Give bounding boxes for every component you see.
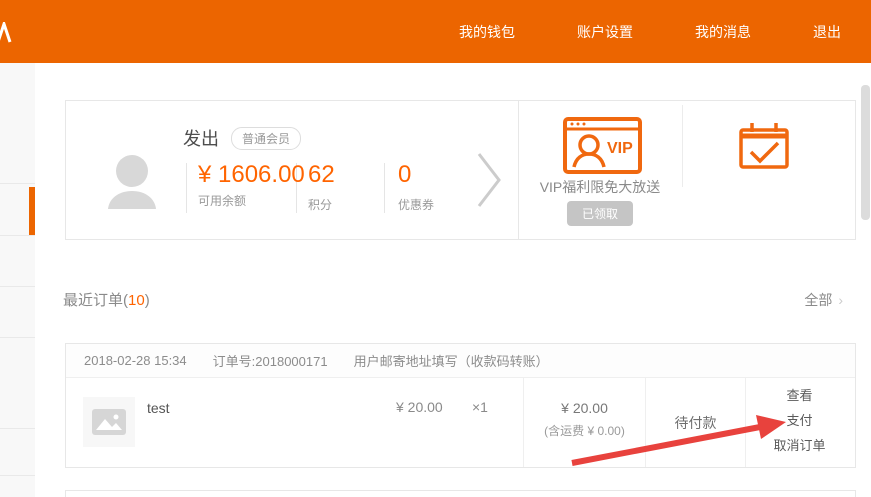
order-number: 订单号:2018000171 bbox=[213, 351, 328, 370]
sidebar-divider bbox=[0, 286, 35, 287]
points-stat: 62 积分 bbox=[308, 161, 335, 213]
header-nav: 我的钱包 账户设置 我的消息 退出 bbox=[459, 0, 841, 63]
vip-icon-text: VIP bbox=[607, 140, 633, 157]
balance-label: 可用余额 bbox=[198, 192, 308, 209]
profile-card: 发出 普通会员 ¥ 1606.00 可用余额 62 积分 0 优惠券 bbox=[65, 100, 856, 240]
nav-item-account-settings[interactable]: 账户设置 bbox=[577, 22, 633, 42]
order-note: 用户邮寄地址填写（收款码转账） bbox=[354, 351, 549, 370]
sidebar-divider bbox=[0, 235, 35, 236]
card-section-divider bbox=[682, 105, 683, 187]
order-total-cell: ¥ 20.00 (含运费 ¥ 0.00) bbox=[523, 378, 645, 467]
username: 发出 bbox=[183, 125, 219, 151]
next-order-card-partial bbox=[65, 490, 856, 497]
recent-orders-title-close: ) bbox=[145, 292, 150, 309]
nav-item-messages[interactable]: 我的消息 bbox=[695, 22, 751, 42]
order-actions-cell: 查看 支付 取消订单 bbox=[745, 378, 853, 467]
order-datetime: 2018-02-28 15:34 bbox=[84, 353, 187, 368]
sidebar-active-indicator[interactable] bbox=[29, 187, 35, 235]
vip-promo-block: VIP VIP福利限免大放送 已领取 bbox=[518, 101, 682, 239]
order-row: test ¥ 20.00 ×1 ¥ 20.00 (含运费 ¥ 0.00) 待付款… bbox=[66, 378, 855, 467]
sidebar-divider bbox=[0, 183, 35, 184]
product-name[interactable]: test bbox=[147, 400, 170, 416]
order-status: 待付款 bbox=[675, 413, 717, 433]
recent-orders-title-text: 最近订单( bbox=[63, 292, 128, 309]
order-total: ¥ 20.00 bbox=[524, 400, 645, 416]
checkin-calendar-icon[interactable] bbox=[738, 121, 790, 171]
sidebar-divider bbox=[0, 337, 35, 338]
balance-value: ¥ 1606.00 bbox=[198, 161, 308, 189]
sidebar-divider bbox=[0, 475, 35, 476]
points-label: 积分 bbox=[308, 196, 335, 213]
view-all-orders-link[interactable]: 全部 › bbox=[804, 290, 843, 310]
recent-orders-title: 最近订单(10) bbox=[63, 289, 150, 310]
nav-item-logout[interactable]: 退出 bbox=[813, 22, 841, 42]
site-logo-icon bbox=[0, 22, 12, 44]
nav-item-wallet[interactable]: 我的钱包 bbox=[459, 22, 515, 42]
vertical-scrollbar-thumb[interactable] bbox=[861, 85, 870, 220]
order-product-cell: test ¥ 20.00 ×1 bbox=[66, 378, 523, 467]
vip-received-button[interactable]: 已领取 bbox=[567, 201, 633, 226]
top-header: 我的钱包 账户设置 我的消息 退出 bbox=[0, 0, 871, 63]
account-page: 我的钱包 账户设置 我的消息 退出 发出 普通会员 ¥ 1606.00 可用余额 bbox=[0, 0, 871, 497]
view-order-link[interactable]: 查看 bbox=[746, 389, 853, 403]
vip-promo-title: VIP福利限免大放送 bbox=[518, 177, 682, 197]
recent-orders-count: 10 bbox=[128, 292, 145, 309]
chevron-right-icon: › bbox=[838, 292, 843, 308]
points-value: 62 bbox=[308, 161, 335, 189]
avatar bbox=[103, 149, 161, 209]
view-all-label: 全部 bbox=[804, 290, 832, 310]
order-status-cell: 待付款 bbox=[645, 378, 745, 467]
member-level-badge: 普通会员 bbox=[231, 127, 301, 150]
left-sidebar bbox=[0, 63, 35, 497]
coupons-stat: 0 优惠券 bbox=[398, 161, 434, 213]
sidebar-divider bbox=[0, 428, 35, 429]
product-price: ¥ 20.00 bbox=[396, 399, 443, 415]
vip-browser-icon: VIP bbox=[563, 117, 642, 174]
product-quantity: ×1 bbox=[472, 399, 488, 415]
stat-divider bbox=[384, 163, 385, 213]
coupons-label: 优惠券 bbox=[398, 196, 434, 213]
user-identity: 发出 普通会员 bbox=[183, 125, 301, 151]
image-placeholder-icon bbox=[92, 409, 126, 435]
balance-stat: ¥ 1606.00 可用余额 bbox=[198, 161, 308, 209]
shipping-note: (含运费 ¥ 0.00) bbox=[524, 422, 645, 439]
order-card: 2018-02-28 15:34 订单号:2018000171 用户邮寄地址填写… bbox=[65, 343, 856, 468]
order-header: 2018-02-28 15:34 订单号:2018000171 用户邮寄地址填写… bbox=[66, 344, 855, 378]
cancel-order-link[interactable]: 取消订单 bbox=[746, 439, 853, 453]
profile-expand-chevron-icon[interactable] bbox=[476, 151, 502, 209]
product-thumbnail[interactable] bbox=[83, 397, 135, 447]
stat-divider bbox=[186, 163, 187, 213]
coupons-value: 0 bbox=[398, 161, 434, 189]
pay-order-link[interactable]: 支付 bbox=[746, 414, 853, 428]
